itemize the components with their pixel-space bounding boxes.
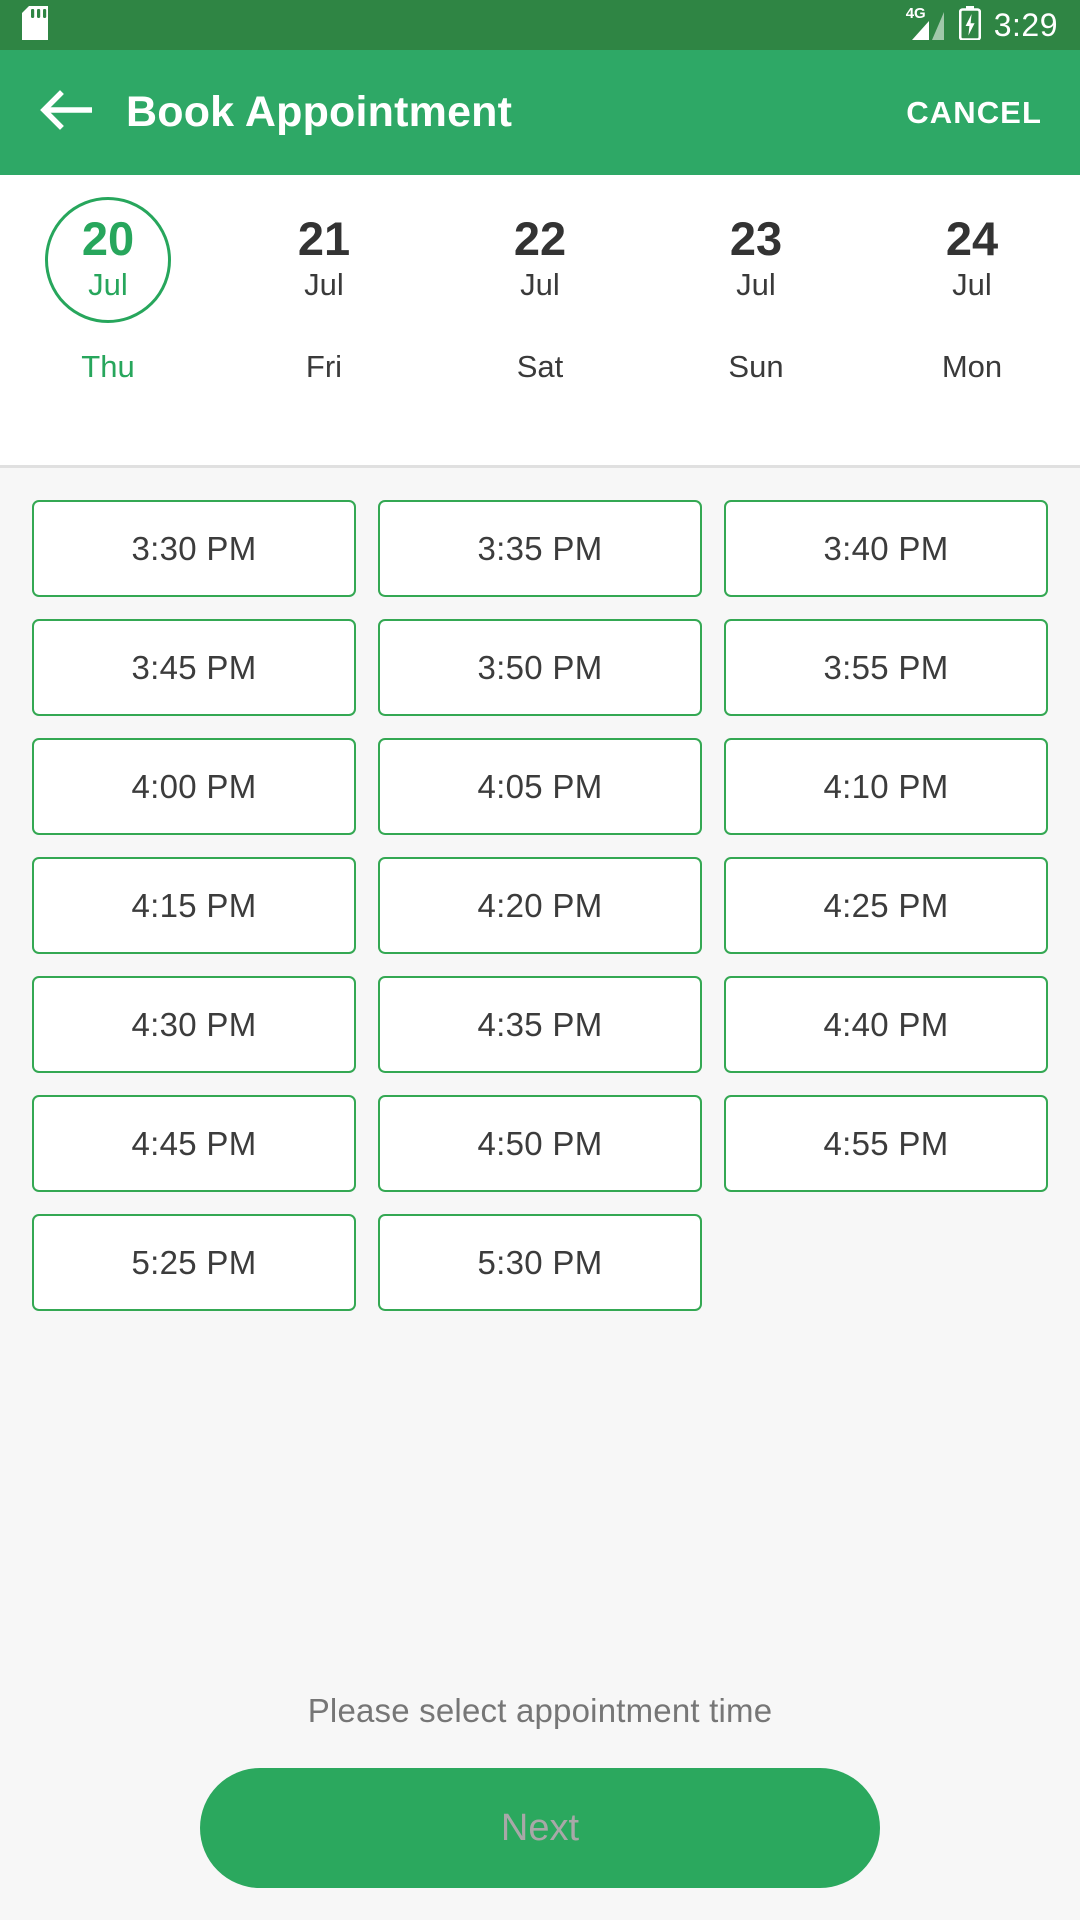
- date-ring: 24 Jul: [909, 197, 1035, 323]
- date-ring: 23 Jul: [693, 197, 819, 323]
- app-bar: Book Appointment CANCEL: [0, 50, 1080, 175]
- date-cell-21-jul[interactable]: 21 Jul Fri: [216, 175, 432, 465]
- date-weekday-label: Mon: [941, 349, 1003, 384]
- back-button[interactable]: [34, 82, 96, 144]
- time-slot-section: 3:30 PM 3:35 PM 3:40 PM 3:45 PM 3:50 PM …: [0, 468, 1080, 1920]
- time-slot[interactable]: 3:40 PM: [724, 500, 1048, 597]
- date-weekday-label: Fri: [305, 349, 343, 384]
- time-slot[interactable]: 4:30 PM: [32, 976, 356, 1073]
- time-slot[interactable]: 4:00 PM: [32, 738, 356, 835]
- date-month-label: Jul: [736, 267, 776, 303]
- date-selector-strip[interactable]: 20 Jul Thu 21 Jul Fri 22 Jul Sat 23 Jul: [0, 175, 1080, 468]
- date-weekday-label: Thu: [81, 349, 135, 384]
- date-ring: 21 Jul: [261, 197, 387, 323]
- time-slot[interactable]: 3:35 PM: [378, 500, 702, 597]
- page-title: Book Appointment: [126, 88, 513, 136]
- date-ring: 20 Jul: [45, 197, 171, 323]
- time-slot[interactable]: 5:25 PM: [32, 1214, 356, 1311]
- footer-actions: Please select appointment time Next: [0, 1692, 1080, 1920]
- time-slot[interactable]: 3:55 PM: [724, 619, 1048, 716]
- time-slot[interactable]: 5:30 PM: [378, 1214, 702, 1311]
- date-cell-20-jul[interactable]: 20 Jul Thu: [0, 175, 216, 465]
- time-slot[interactable]: 4:25 PM: [724, 857, 1048, 954]
- time-slot[interactable]: 4:35 PM: [378, 976, 702, 1073]
- back-arrow-icon: [38, 88, 93, 137]
- date-cell-22-jul[interactable]: 22 Jul Sat: [432, 175, 648, 465]
- date-weekday-label: Sun: [728, 349, 784, 384]
- battery-charging-icon: [958, 5, 981, 45]
- next-button[interactable]: Next: [200, 1768, 880, 1888]
- time-slot[interactable]: 3:50 PM: [378, 619, 702, 716]
- time-slot[interactable]: 4:15 PM: [32, 857, 356, 954]
- date-day-number: 24: [945, 212, 999, 266]
- time-slot[interactable]: 4:10 PM: [724, 738, 1048, 835]
- status-bar-left: [22, 5, 48, 45]
- time-slot[interactable]: 4:55 PM: [724, 1095, 1048, 1192]
- date-day-number: 21: [297, 212, 351, 266]
- date-weekday-label: Sat: [516, 349, 564, 384]
- signal-bars-icon: 4G: [905, 5, 946, 42]
- date-month-label: Jul: [88, 267, 128, 303]
- date-day-number: 22: [513, 212, 567, 266]
- sd-card-icon: [22, 5, 48, 45]
- time-slot[interactable]: 4:20 PM: [378, 857, 702, 954]
- time-slot[interactable]: 4:40 PM: [724, 976, 1048, 1073]
- date-cell-23-jul[interactable]: 23 Jul Sun: [648, 175, 864, 465]
- date-day-number: 20: [81, 212, 135, 266]
- date-month-label: Jul: [304, 267, 344, 303]
- book-appointment-screen: 4G 3:29 Book Appointment CANCEL 20 Jul T…: [0, 0, 1080, 1920]
- cancel-button[interactable]: CANCEL: [902, 85, 1046, 141]
- date-month-label: Jul: [520, 267, 560, 303]
- time-slot[interactable]: 4:50 PM: [378, 1095, 702, 1192]
- date-ring: 22 Jul: [477, 197, 603, 323]
- time-slot[interactable]: 4:05 PM: [378, 738, 702, 835]
- status-bar-right: 4G 3:29: [905, 5, 1058, 45]
- selection-hint-text: Please select appointment time: [307, 1692, 773, 1729]
- date-cell-24-jul[interactable]: 24 Jul Mon: [864, 175, 1080, 465]
- network-type-label: 4G: [905, 5, 926, 22]
- status-bar: 4G 3:29: [0, 0, 1080, 50]
- date-month-label: Jul: [952, 267, 992, 303]
- date-day-number: 23: [729, 212, 783, 266]
- status-bar-clock: 3:29: [993, 7, 1058, 43]
- time-slot[interactable]: 3:30 PM: [32, 500, 356, 597]
- time-slot[interactable]: 3:45 PM: [32, 619, 356, 716]
- time-slot[interactable]: 4:45 PM: [32, 1095, 356, 1192]
- time-slot-grid: 3:30 PM 3:35 PM 3:40 PM 3:45 PM 3:50 PM …: [0, 468, 1080, 1311]
